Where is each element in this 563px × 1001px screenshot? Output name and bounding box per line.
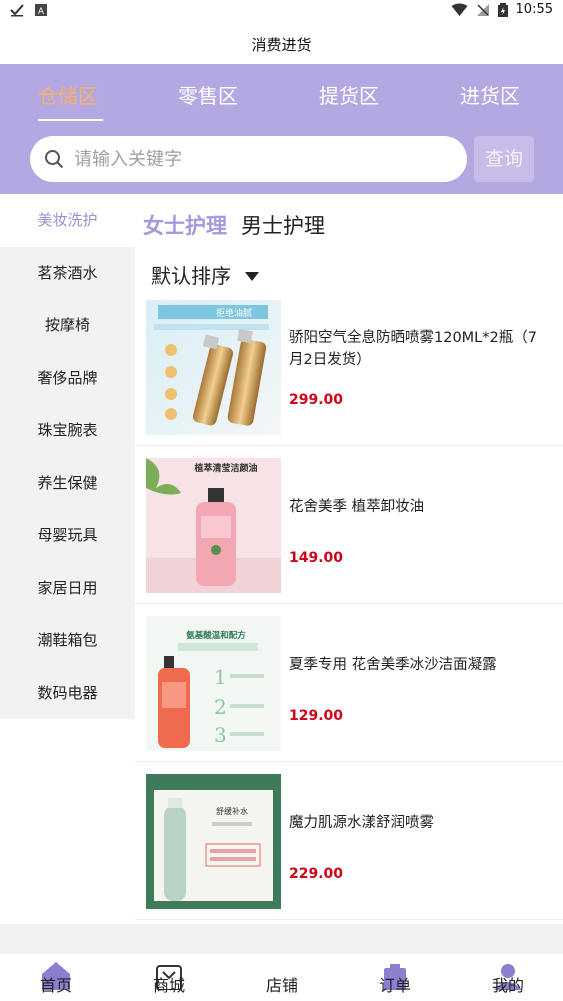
product-image-text: 拒绝油腻 (216, 307, 252, 319)
sidebar-item-shoes-bags[interactable]: 潮鞋箱包 (0, 614, 135, 667)
product-price: 149.00 (289, 550, 344, 566)
sidebar-item-tea-wine[interactable]: 茗茶酒水 (0, 247, 135, 300)
nav-store-label: 店铺 (265, 976, 298, 995)
product-image: 舒缓补水 (146, 774, 281, 909)
wifi-icon (451, 3, 468, 16)
nav-profile[interactable]: 我的 (468, 954, 548, 1001)
product-image-text: 植萃清莹洁颜油 (193, 462, 257, 474)
product-image: 植萃清莹洁颜油 (146, 458, 281, 593)
product-item[interactable]: 舒缓补水 魔力肌源水漾舒润喷雾 229.00 (135, 762, 563, 920)
nav-home-label: 首页 (39, 976, 72, 995)
svg-text:3: 3 (214, 723, 227, 747)
sidebar-item-home[interactable]: 家居日用 (0, 562, 135, 615)
product-price: 229.00 (289, 866, 344, 882)
product-image: 拒绝油腻 (146, 300, 281, 435)
battery-icon (497, 2, 508, 17)
tab-purchase[interactable]: 进货区 (460, 80, 520, 109)
subtab-men-care[interactable]: 男士护理 (241, 210, 325, 240)
product-item[interactable]: 氨基酸温和配方 1 2 3 夏季专用 花舍美季冰沙洁面凝露 129.00 (135, 604, 563, 762)
sidebar-item-luxury[interactable]: 奢侈品牌 (0, 352, 135, 405)
content-bottom-spacer (0, 924, 563, 954)
search-icon (45, 150, 64, 169)
sidebar-item-digital[interactable]: 数码电器 (0, 667, 135, 720)
nav-home[interactable]: 首页 (16, 954, 96, 1001)
product-price: 299.00 (289, 392, 344, 408)
product-item[interactable]: 植萃清莹洁颜油 花舍美季 植萃卸妆油 149.00 (135, 446, 563, 604)
product-image-text: 氨基酸温和配方 (186, 630, 246, 641)
nav-orders-label: 订单 (378, 976, 411, 995)
active-tab-indicator (38, 119, 103, 121)
status-time: 10:55 (515, 2, 553, 17)
sort-label: 默认排序 (151, 264, 231, 288)
sidebar-item-health[interactable]: 养生保健 (0, 457, 135, 510)
bottom-nav: 首页 商城 店铺 订单 我的 (0, 954, 563, 1001)
product-name: 花舍美季 植萃卸妆油 (289, 499, 425, 515)
product-name: 骄阳空气全息防晒喷雾120ML*2瓶（7月2日发货） (289, 330, 537, 368)
search-button[interactable]: 查询 (474, 136, 534, 182)
svg-text:2: 2 (214, 695, 227, 719)
product-name: 夏季专用 花舍美季冰沙洁面凝露 (289, 657, 497, 673)
sidebar-item-beauty[interactable]: 美妆洗护 (0, 194, 135, 247)
signal-off-icon (476, 3, 489, 16)
nav-profile-label: 我的 (491, 976, 524, 995)
svg-text:1: 1 (214, 665, 227, 689)
product-name: 魔力肌源水漾舒润喷雾 (289, 815, 434, 831)
search-input[interactable] (74, 136, 454, 182)
sidebar-item-massage-chair[interactable]: 按摩椅 (0, 299, 135, 352)
status-bar: A 10:55 (0, 0, 563, 24)
check-icon (10, 4, 24, 17)
tab-pickup[interactable]: 提货区 (319, 80, 379, 109)
product-image: 氨基酸温和配方 1 2 3 (146, 616, 281, 751)
nav-shop-label: 商城 (152, 976, 185, 995)
product-item[interactable]: 拒绝油腻 骄阳空气全息防晒喷雾120ML*2瓶（7月2日发货） 299.00 (135, 288, 563, 446)
product-image-text: 舒缓补水 (216, 806, 248, 816)
sidebar-item-jewelry[interactable]: 珠宝腕表 (0, 404, 135, 457)
category-sidebar: 美妆洗护 茗茶酒水 按摩椅 奢侈品牌 珠宝腕表 养生保健 母婴玩具 家居日用 潮… (0, 194, 135, 719)
tab-retail[interactable]: 零售区 (178, 80, 238, 109)
subcategory-tabs: 女士护理 男士护理 (143, 210, 325, 240)
title-bar: 消费进货 (0, 24, 563, 64)
caret-down-icon (245, 271, 259, 281)
product-panel: 女士护理 男士护理 默认排序 拒绝油腻 骄阳空气全息防晒喷雾120ML*2瓶（7… (135, 194, 563, 954)
search-box (30, 136, 467, 182)
nav-orders[interactable]: 订单 (355, 954, 435, 1001)
page-title: 消费进货 (251, 36, 312, 54)
zone-tabs: 仓储区 零售区 提货区 进货区 (0, 64, 563, 124)
nav-store[interactable]: 店铺 (242, 954, 322, 1001)
header: 仓储区 零售区 提货区 进货区 查询 (0, 64, 563, 194)
nav-shop[interactable]: 商城 (129, 954, 209, 1001)
subtab-women-care[interactable]: 女士护理 (143, 210, 227, 240)
sidebar-item-baby-toys[interactable]: 母婴玩具 (0, 509, 135, 562)
app-notification-icon: A (35, 4, 47, 17)
tab-storage[interactable]: 仓储区 (38, 80, 98, 109)
product-price: 129.00 (289, 708, 344, 724)
svg-text:A: A (38, 7, 45, 17)
sort-dropdown[interactable]: 默认排序 (151, 260, 259, 289)
